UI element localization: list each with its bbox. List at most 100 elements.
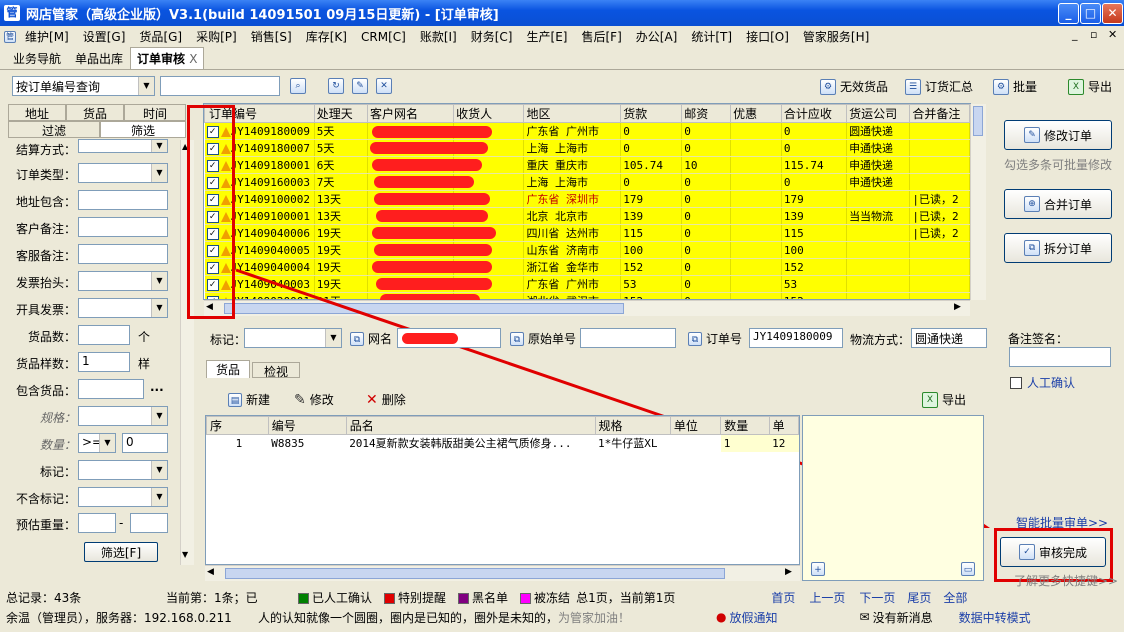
filter-tab-filter[interactable]: 过滤 <box>8 121 100 138</box>
detail-tab-review[interactable]: 检视 <box>252 362 300 379</box>
detail-export-button[interactable]: X 导出 <box>922 391 966 408</box>
detail-tab-goods[interactable]: 货品 <box>206 360 250 378</box>
menu-item-11[interactable]: 办公 <box>636 30 660 44</box>
message-status[interactable]: ✉ 没有新消息 <box>860 609 933 626</box>
mdi-restore-button[interactable]: ▫ <box>1090 28 1097 41</box>
spec-select[interactable]: ▼ <box>78 406 168 426</box>
smart-batch-link[interactable]: 智能批量审单>> <box>1016 514 1108 531</box>
mdi-minimize-button[interactable]: _ <box>1072 28 1078 41</box>
menu-entry[interactable]: 售后[F] <box>574 28 628 45</box>
export-button[interactable]: X 导出 <box>1068 78 1112 95</box>
order-row[interactable]: ✓JY140902000121天湖北省 武汉市1520152 <box>204 292 970 299</box>
order-row[interactable]: ✓ JY1409100001 13天 北京 北京市 139 0 139 当当物流 |已读，2 <box>204 207 970 225</box>
menu-entry[interactable]: 生产[E] <box>520 28 575 45</box>
original-no-input[interactable] <box>580 328 676 348</box>
delete-item-button[interactable]: ✕ 删除 <box>366 391 406 408</box>
next-page-link[interactable]: 下一页 <box>859 589 895 606</box>
menu-entry[interactable]: 维护[M] <box>18 28 76 45</box>
menu-entry[interactable]: 财务[C] <box>464 28 520 45</box>
menu-item-1[interactable]: 设置 <box>83 30 107 44</box>
order-row[interactable]: ✓ JY1409180009 5天 广东省 广州市 0 0 0 圆通快递 <box>204 122 970 140</box>
column-header[interactable]: 货款 <box>620 104 683 123</box>
maximize-button[interactable]: □ <box>1080 3 1101 24</box>
menu-item-2[interactable]: 货品 <box>139 30 163 44</box>
all-pages-link[interactable]: 全部 <box>943 589 967 606</box>
merge-order-button[interactable]: ⊕ 合并订单 <box>1004 189 1112 219</box>
filter-tab-goods[interactable]: 货品 <box>66 104 124 121</box>
order-row[interactable]: ✓ JY1409040004 19天 浙江省 金华市 152 0 152 <box>204 258 970 276</box>
app-menu-icon[interactable]: 管 <box>4 30 16 43</box>
orders-vscrollbar[interactable] <box>970 104 986 300</box>
flag-select[interactable]: ▼ <box>78 460 168 480</box>
batch-button[interactable]: ⚙ 批量 <box>993 78 1037 95</box>
menu-entry[interactable]: 接口[O] <box>739 28 796 45</box>
invalid-goods-button[interactable]: ⚙ 无效货品 <box>820 78 888 95</box>
edit-order-button[interactable]: ✎ 修改订单 <box>1004 120 1112 150</box>
menu-item-3[interactable]: 采购 <box>196 30 220 44</box>
menu-item-8[interactable]: 财务 <box>471 30 495 44</box>
column-header[interactable]: 合计应收 <box>780 104 848 123</box>
logistics-input[interactable]: 圆通快递 <box>911 328 987 348</box>
order-row[interactable]: ✓ JY1409100002 13天 广东省 深圳市 179 0 179 |已读，2 <box>204 190 970 208</box>
filter-button[interactable]: 筛选[F] <box>84 542 158 562</box>
service-note-input[interactable] <box>78 244 168 264</box>
item-column-header[interactable]: 编号 <box>267 416 347 435</box>
menu-item-9[interactable]: 生产 <box>527 30 551 44</box>
new-item-button[interactable]: ▤ 新建 <box>228 391 270 408</box>
query-mode-select[interactable]: 按订单编号查询 ▼ <box>12 76 155 96</box>
column-header[interactable]: 收货人 <box>453 104 525 123</box>
menu-entry[interactable]: 办公[A] <box>629 28 685 45</box>
tab-business-nav[interactable]: 业务导航 <box>6 47 68 69</box>
column-header[interactable]: 货运公司 <box>846 104 911 123</box>
items-hscrollbar[interactable]: ◀ ▶ <box>205 565 800 581</box>
order-row[interactable]: ✓ JY1409180001 6天 重庆 重庆市 105.74 10 115.74 申通快递 <box>204 156 970 174</box>
settle-select[interactable]: ▼ <box>78 139 168 153</box>
est-weight-min-input[interactable] <box>78 513 116 533</box>
item-column-header[interactable]: 序 <box>206 416 269 435</box>
menu-entry[interactable]: 统计[T] <box>684 28 739 45</box>
order-type-select[interactable]: ▼ <box>78 163 168 183</box>
tab-single-outbound[interactable]: 单品出库 <box>68 47 130 69</box>
order-row[interactable]: ✓ JY1409160003 7天 上海 上海市 0 0 0 申通快递 <box>204 173 970 191</box>
close-tab-icon[interactable]: X <box>189 52 197 66</box>
menu-entry[interactable]: 账款[I] <box>413 28 464 45</box>
menu-entry[interactable]: 货品[G] <box>132 28 189 45</box>
customer-note-input[interactable] <box>78 217 168 237</box>
detail-flag-select[interactable]: ▼ <box>244 328 342 348</box>
last-page-link[interactable]: 尾页 <box>907 589 931 606</box>
menu-entry[interactable]: 设置[G] <box>76 28 133 45</box>
original-no-button[interactable]: ⧉ 原始单号 <box>510 330 576 347</box>
close-button[interactable]: ✕ <box>1102 3 1123 24</box>
issue-invoice-select[interactable]: ▼ <box>78 298 168 318</box>
goods-count-input[interactable] <box>78 325 130 345</box>
invoice-title-select[interactable]: ▼ <box>78 271 168 291</box>
item-note-area[interactable]: + ▭ <box>802 415 984 581</box>
orders-hscrollbar[interactable]: ◀ ▶ <box>204 300 970 316</box>
menu-item-12[interactable]: 统计 <box>691 30 715 44</box>
holiday-notice[interactable]: ● 放假通知 <box>716 609 778 626</box>
menu-entry[interactable]: 库存[K] <box>299 28 354 45</box>
address-contains-input[interactable] <box>78 190 168 210</box>
item-row[interactable]: 1 W8835 2014夏新款女装韩版甜美公主裙气质修身... 1*牛仔蓝XL 1 12 <box>207 434 799 452</box>
cheer-link[interactable]: 为管家加油！ <box>558 609 630 626</box>
more-shortcuts-link[interactable]: 了解更多快捷键>> <box>1014 572 1118 589</box>
menu-entry[interactable]: 采购[P] <box>189 28 244 45</box>
scroll-thumb[interactable] <box>225 568 725 579</box>
item-column-header[interactable]: 规格 <box>594 416 671 435</box>
quantity-op-select[interactable]: >= ▼ <box>78 433 116 453</box>
filter-tab-screen[interactable]: 筛选 <box>100 121 186 138</box>
item-column-header[interactable]: 数量 <box>720 416 770 435</box>
goods-kinds-input[interactable]: 1 <box>78 352 130 372</box>
column-header[interactable]: 客户网名 <box>367 104 455 123</box>
edit-icon[interactable]: ✎ <box>352 78 368 94</box>
column-header[interactable]: 合并备注 <box>909 104 970 123</box>
column-header[interactable]: 邮资 <box>681 104 732 123</box>
order-row[interactable]: ✓ JY1409040006 19天 四川省 达州市 115 0 115 |已读，2 <box>204 224 970 242</box>
menu-item-5[interactable]: 库存 <box>306 30 330 44</box>
note-sign-input[interactable] <box>1009 347 1111 367</box>
prev-page-link[interactable]: 上一页 <box>809 589 845 606</box>
contains-goods-more-button[interactable]: ... <box>150 380 164 394</box>
menu-item-13[interactable]: 接口 <box>746 30 770 44</box>
menu-entry[interactable]: 销售[S] <box>244 28 299 45</box>
search-icon[interactable]: ⌕ <box>290 78 306 94</box>
